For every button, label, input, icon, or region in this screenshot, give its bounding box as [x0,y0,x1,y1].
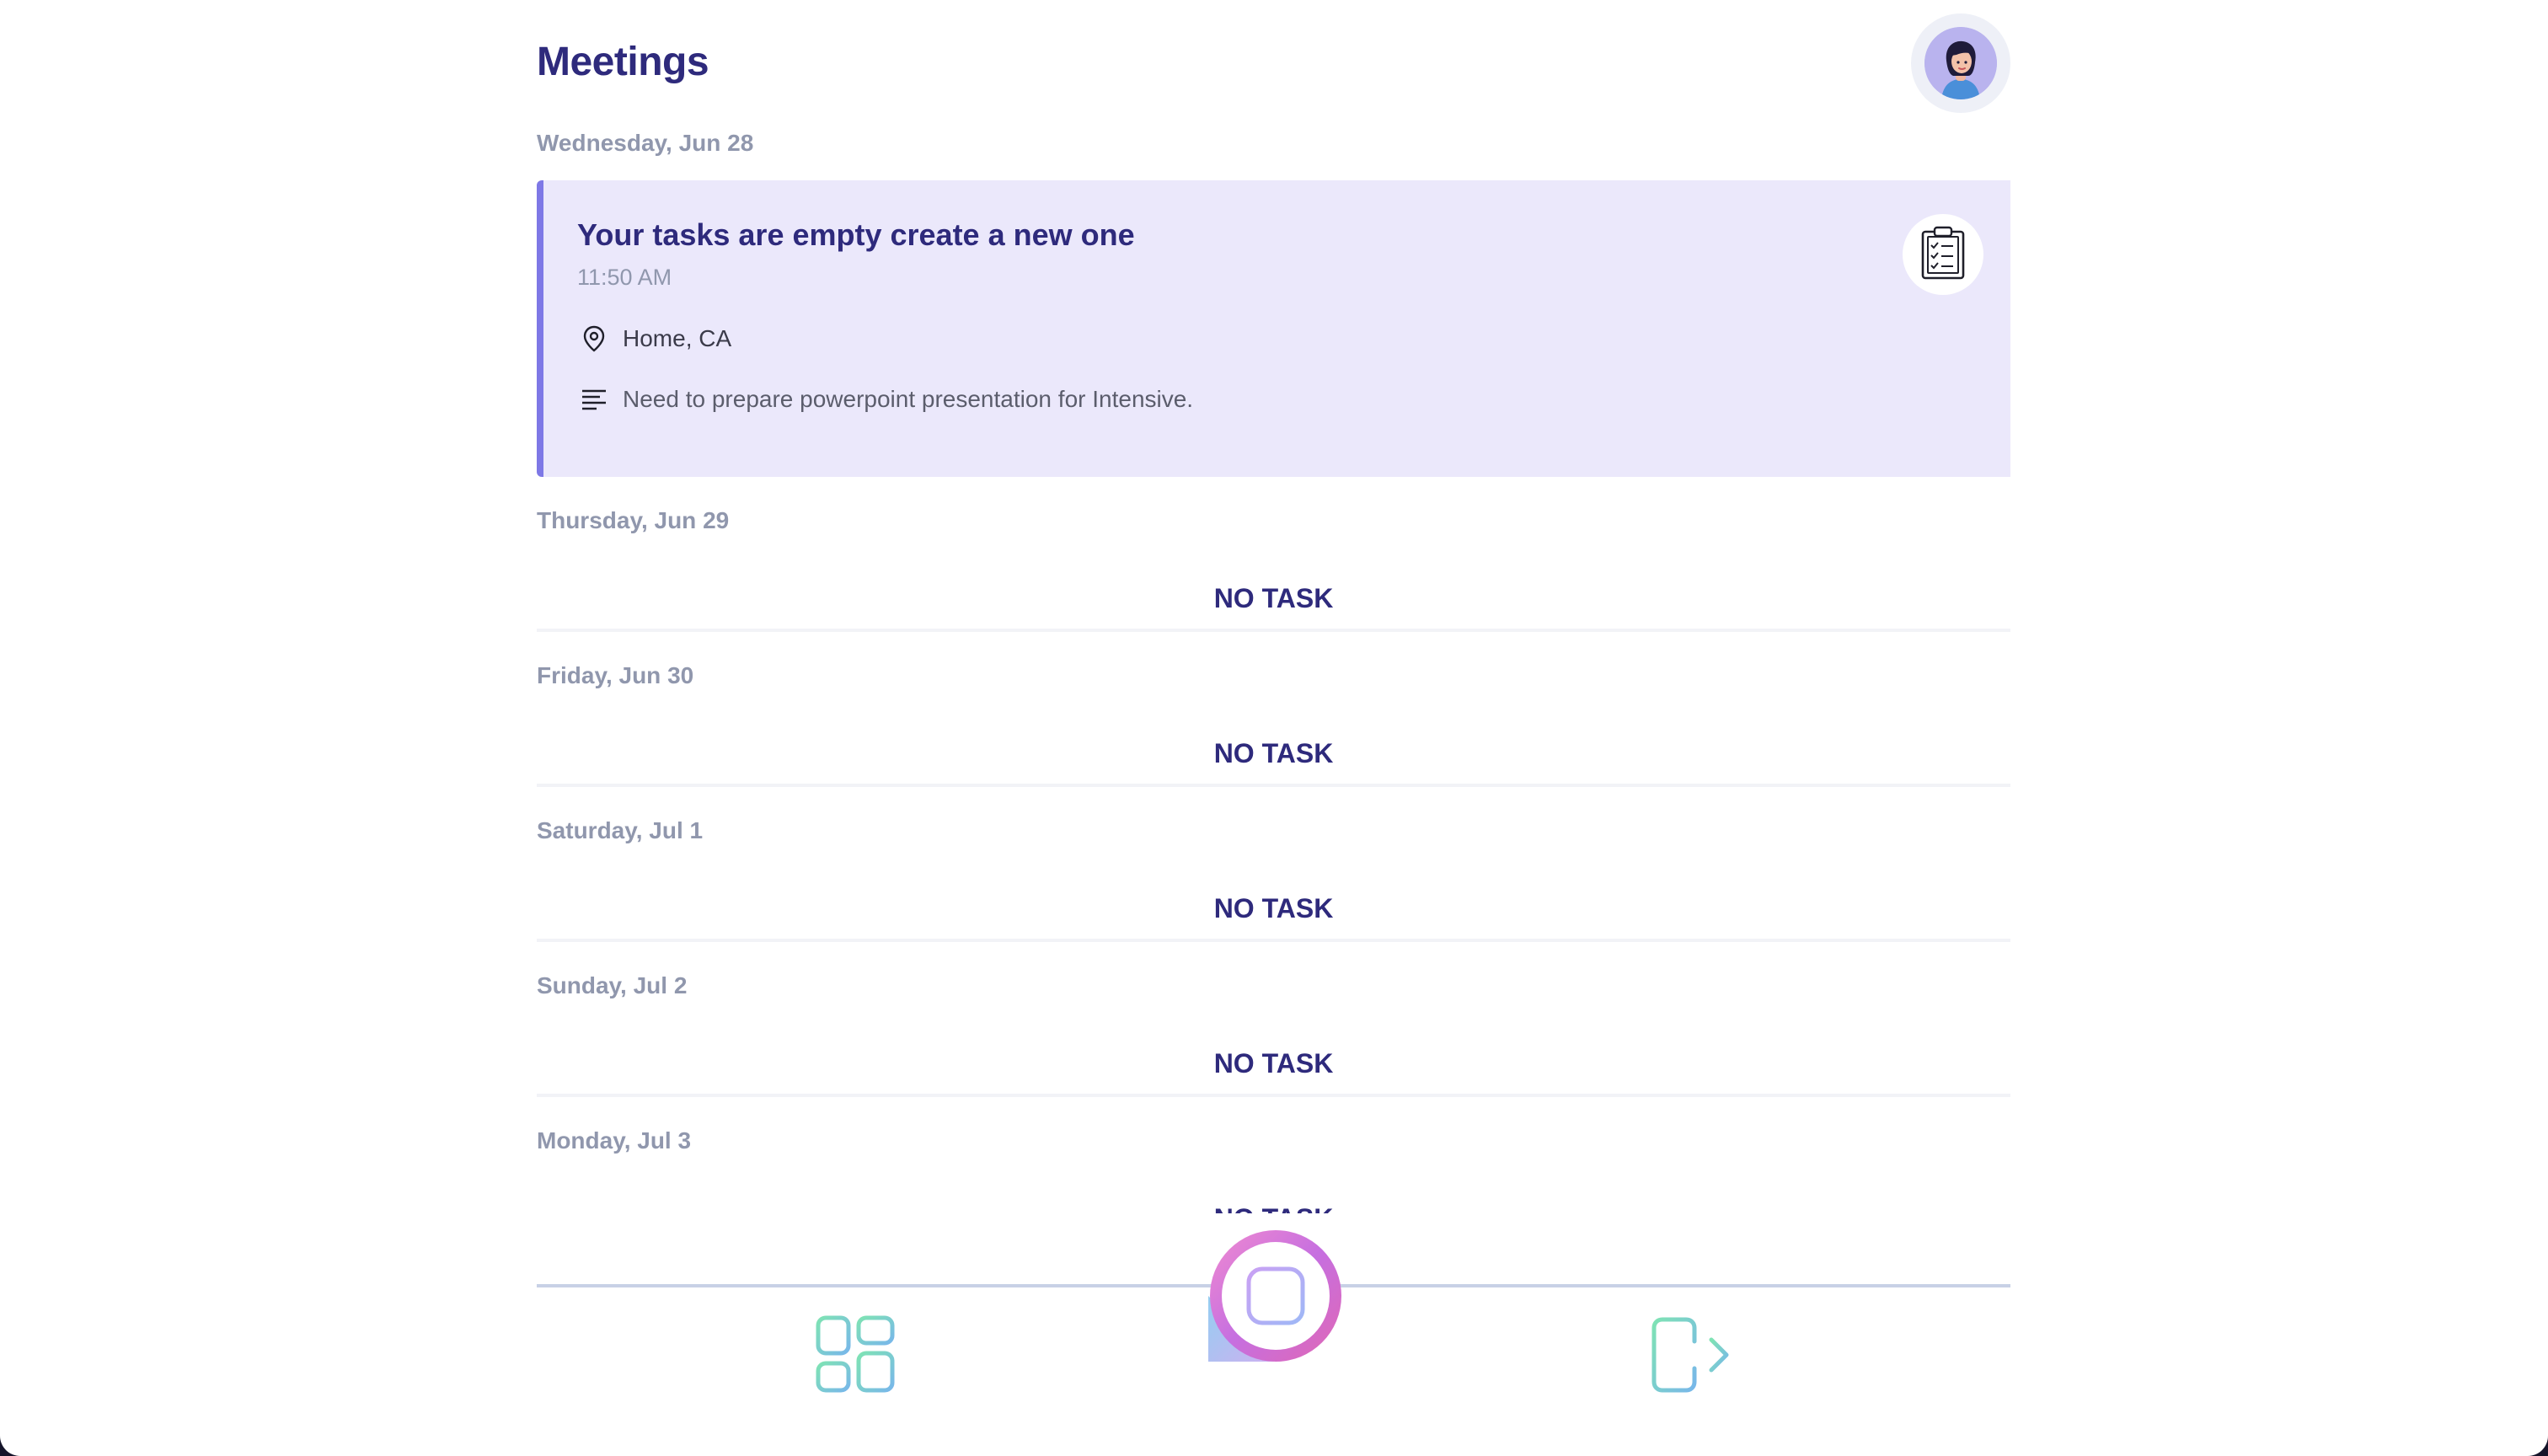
no-task-label: NO TASK [537,583,2010,632]
no-task-label: NO TASK [537,1048,2010,1097]
window-corner [0,1436,20,1456]
clipboard-checklist-icon [1919,225,1967,285]
logout-icon [1651,1317,1732,1399]
task-card[interactable]: Your tasks are empty create a new one 11… [537,180,2010,477]
dashboard-grid-icon [815,1315,896,1399]
task-time: 11:50 AM [577,265,672,290]
task-description-row: Need to prepare powerpoint presentation … [577,383,1193,416]
date-header: Monday, Jul 3 [537,1127,692,1154]
add-task-icon [1207,1230,1341,1365]
no-task-label: NO TASK [537,893,2010,942]
user-avatar-icon [1924,27,1997,99]
header: Meetings [537,0,2010,126]
no-task-label: NO TASK [537,738,2010,787]
window-corner [2508,1416,2548,1456]
clipboard-button[interactable] [1903,214,1983,295]
task-location: Home, CA [623,325,732,351]
date-header: Thursday, Jun 29 [537,507,730,533]
page-title: Meetings [537,40,709,84]
date-header: Sunday, Jul 2 [537,972,688,998]
date-header: Saturday, Jul 1 [537,817,704,843]
app-window: Meetings Wednesday, Jun 28 Your tasks ar… [0,0,2548,1456]
dashboard-button[interactable] [815,1314,896,1395]
task-location-row: Home, CA [577,322,731,356]
location-pin-icon [577,322,611,356]
add-task-button[interactable] [1207,1227,1341,1365]
meetings-page: Meetings Wednesday, Jun 28 Your tasks ar… [537,0,2010,1456]
logout-button[interactable] [1651,1314,1732,1395]
date-header: Wednesday, Jun 28 [537,130,754,156]
date-header: Friday, Jun 30 [537,662,694,688]
task-description: Need to prepare powerpoint presentation … [623,386,1194,412]
avatar-button[interactable] [1911,13,2010,113]
task-title: Your tasks are empty create a new one [577,217,1135,252]
description-lines-icon [577,383,611,416]
